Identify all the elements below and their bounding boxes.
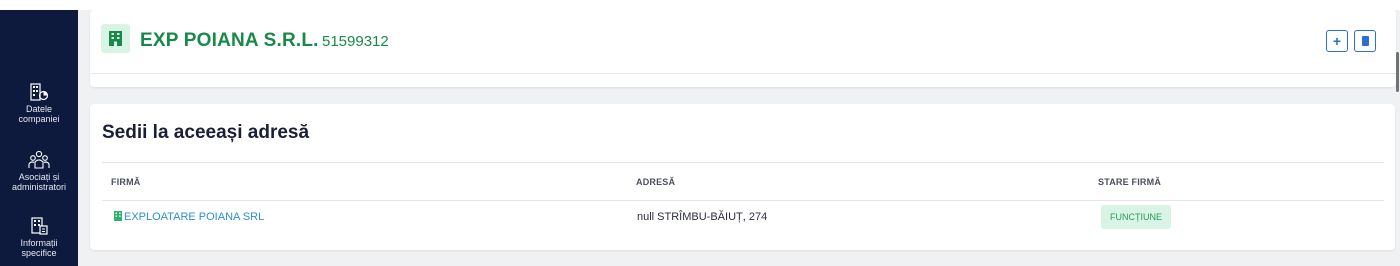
- company-name: EXP POIANA S.R.L.: [140, 30, 319, 51]
- sidebar-item-label: Asociați și: [18, 172, 60, 182]
- top-strip: [0, 0, 1400, 10]
- column-header-stare-firma: STARE FIRMĂ: [1098, 177, 1162, 187]
- sidebar-item-label: specifice: [21, 248, 57, 258]
- building-document-icon: [31, 217, 48, 235]
- company-cui: 51599312: [322, 33, 389, 50]
- status-badge: FUNCȚIUNE: [1101, 205, 1171, 229]
- column-header-adresa: ADRESĂ: [636, 177, 676, 187]
- section-title: Sedii la aceeași adresă: [102, 122, 310, 143]
- company-header: EXP POIANA S.R.L. 51599312 +: [90, 10, 1396, 87]
- table-top-divider: [102, 162, 1384, 163]
- table-header-divider: [102, 200, 1384, 201]
- scrollbar[interactable]: [1396, 52, 1399, 92]
- plus-icon: +: [1332, 33, 1342, 49]
- document-button[interactable]: [1354, 30, 1376, 52]
- people-group-icon: [28, 150, 50, 169]
- document-icon: [1362, 36, 1369, 46]
- sidebar-item-label: administratori: [11, 182, 67, 192]
- building-icon: [114, 211, 122, 221]
- firm-link[interactable]: EXPLOATARE POIANA SRL: [114, 211, 264, 223]
- sidebar-item-datele-companiei[interactable]: Datele companiei: [0, 82, 78, 124]
- building-chart-icon: [30, 83, 49, 101]
- firm-address: null STRÎMBU-BĂIUȚ, 274: [637, 211, 768, 223]
- building-icon: [109, 31, 122, 46]
- sidebar-item-informatii-specifice[interactable]: Informații specifice: [0, 216, 78, 258]
- company-icon-badge: [101, 24, 130, 53]
- header-divider: [90, 73, 1396, 74]
- add-button[interactable]: +: [1326, 30, 1348, 52]
- sidebar-item-label: companiei: [18, 114, 60, 124]
- sidebar: Datele companiei Asociați și administrat…: [0, 10, 78, 266]
- sidebar-item-asociati-administratori[interactable]: Asociați și administratori: [0, 150, 78, 192]
- firm-name: EXPLOATARE POIANA SRL: [124, 211, 265, 223]
- sidebar-item-label: Datele: [25, 104, 52, 114]
- column-header-firma: FIRMĂ: [111, 177, 141, 187]
- same-address-section: Sedii la aceeași adresă FIRMĂ ADRESĂ STA…: [90, 104, 1395, 250]
- sidebar-item-label: Informații: [20, 238, 58, 248]
